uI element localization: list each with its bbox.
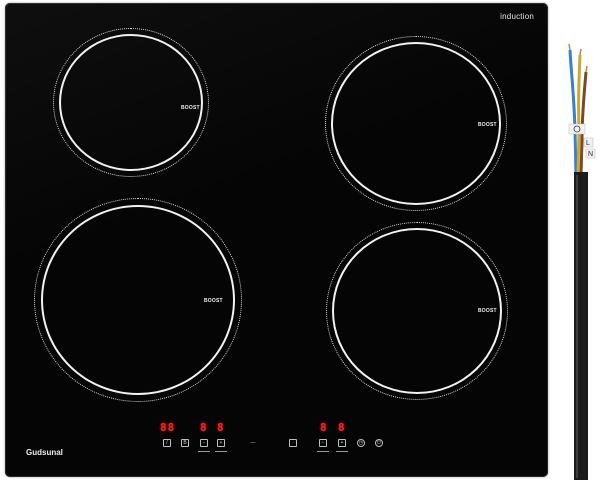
wire-tip-1 <box>568 43 571 51</box>
wire-blue <box>568 49 578 176</box>
wire-label-l: L <box>586 140 590 147</box>
wire-yellow-green <box>576 54 582 176</box>
wire-tip-3 <box>585 65 588 73</box>
power-cable: L N <box>568 43 596 480</box>
ground-tag <box>568 123 586 135</box>
wire-brown <box>579 71 588 176</box>
cable-sheath <box>574 172 588 480</box>
wire-tip-2 <box>579 48 582 56</box>
wire-label-n: N <box>588 151 593 158</box>
